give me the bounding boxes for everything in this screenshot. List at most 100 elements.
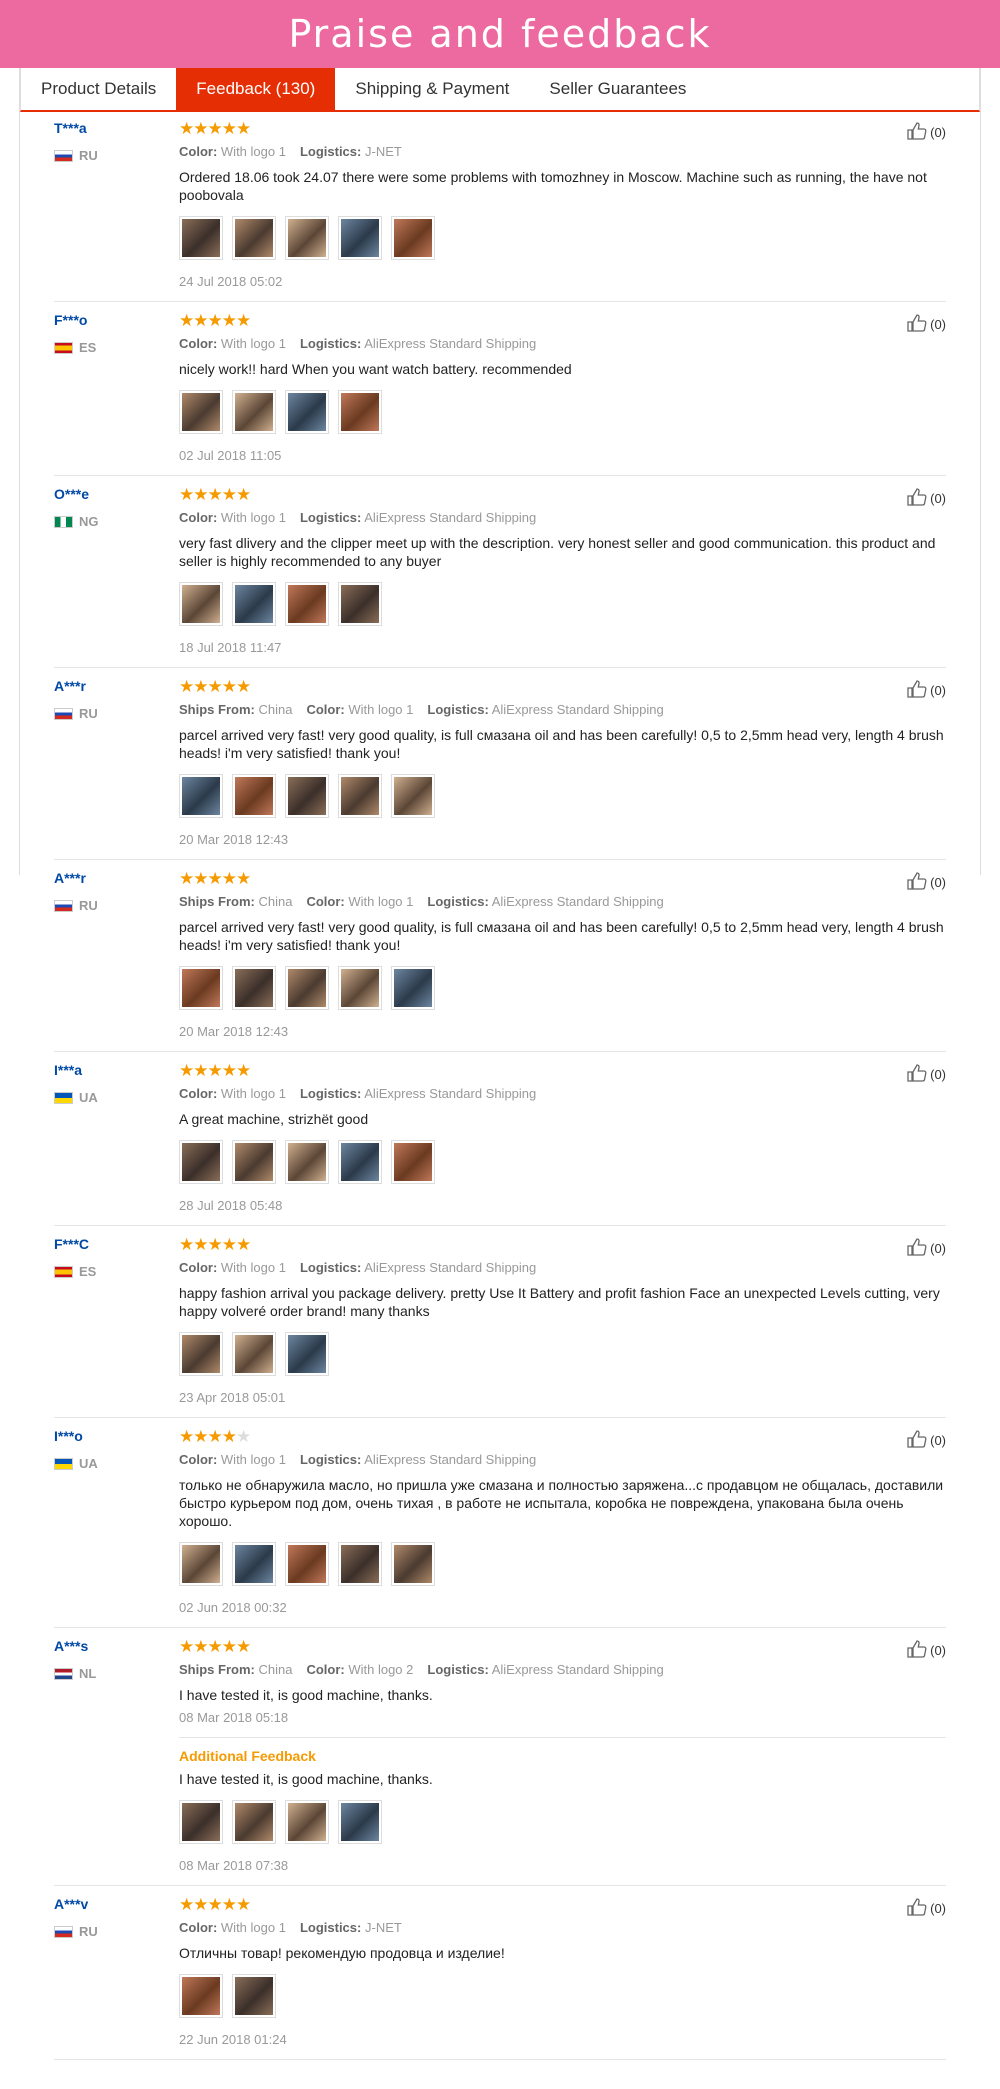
helpful-count: (0) (930, 1433, 946, 1448)
review-date: 20 Mar 2018 12:43 (179, 832, 289, 847)
review-photo[interactable] (338, 1140, 382, 1184)
review-photo[interactable] (179, 1542, 223, 1586)
tab-product-details[interactable]: Product Details (21, 68, 176, 110)
star-icon: ★ (193, 311, 208, 330)
review-body: ★★★★★ Color: With logo 1 Logistics: AliExp… (179, 476, 946, 667)
review-body: ★★★★★ Ships From: China Color: With logo 2… (179, 1628, 946, 1885)
review-photo[interactable] (179, 966, 223, 1010)
reviewer-name[interactable]: A***r (54, 870, 174, 886)
review-photo[interactable] (232, 774, 276, 818)
helpful-button[interactable]: (0) (907, 1064, 946, 1085)
review-photo[interactable] (232, 390, 276, 434)
country-flag-icon (54, 1457, 73, 1470)
color-label: Color: (179, 144, 218, 159)
tab-shipping-payment[interactable]: Shipping & Payment (335, 68, 529, 110)
review-photo[interactable] (179, 774, 223, 818)
reviewer-name[interactable]: A***v (54, 1896, 174, 1912)
thumbs-up-icon (907, 680, 930, 701)
tab-feedback[interactable]: Feedback (130) (176, 68, 336, 110)
reviewer-country: ES (54, 340, 174, 355)
review-photo[interactable] (338, 774, 382, 818)
review-photo[interactable] (232, 1974, 276, 2018)
review-text: I have tested it, is good machine, thank… (179, 1687, 433, 1703)
star-icon: ★ (236, 1637, 251, 1656)
review-photo[interactable] (285, 774, 329, 818)
helpful-button[interactable]: (0) (907, 1898, 946, 1919)
reviewer-name[interactable]: A***s (54, 1638, 174, 1654)
review-photo[interactable] (391, 774, 435, 818)
review-photo[interactable] (232, 1542, 276, 1586)
review-photo[interactable] (391, 1140, 435, 1184)
review-photo[interactable] (179, 216, 223, 260)
review-photo-image (288, 777, 326, 815)
star-rating: ★★★★★ (179, 120, 946, 140)
reviewer-name[interactable]: A***r (54, 678, 174, 694)
ships-from-value: China (258, 1662, 293, 1677)
review-photo-image (394, 1545, 432, 1583)
review-photo[interactable] (232, 1800, 276, 1844)
helpful-button[interactable]: (0) (907, 122, 946, 143)
photo-strip (179, 1332, 946, 1376)
review-photo-image (288, 969, 326, 1007)
review-photo[interactable] (232, 582, 276, 626)
star-rating: ★★★★★ (179, 1638, 946, 1658)
review-photo[interactable] (285, 966, 329, 1010)
review-photo[interactable] (285, 1332, 329, 1376)
review-photo-image (235, 1977, 273, 2015)
review-photo[interactable] (179, 1974, 223, 2018)
review-photo[interactable] (338, 216, 382, 260)
review-photo[interactable] (338, 582, 382, 626)
helpful-button[interactable]: (0) (907, 314, 946, 335)
star-icon: ★ (207, 1427, 223, 1446)
review-item: A***s NL (0) ★★★★★ Ships From: China Color: W… (54, 1628, 946, 1886)
review-photo[interactable] (285, 390, 329, 434)
review-body: ★★★★★ Color: With logo 1 Logistics: AliExp… (179, 302, 946, 475)
review-photo[interactable] (232, 1140, 276, 1184)
reviewer-name[interactable]: T***a (54, 120, 174, 136)
review-photo[interactable] (232, 216, 276, 260)
review-list: T***a RU (0) ★★★★★ Color: With logo 1 Logisti… (54, 110, 946, 2060)
review-photo[interactable] (285, 582, 329, 626)
review-photo[interactable] (338, 1542, 382, 1586)
helpful-button[interactable]: (0) (907, 1430, 946, 1451)
star-icon: ★ (221, 869, 237, 888)
review-photo[interactable] (232, 1332, 276, 1376)
star-icon: ★ (236, 485, 251, 504)
review-photo[interactable] (179, 1140, 223, 1184)
reviewer-name[interactable]: F***C (54, 1236, 174, 1252)
review-photo-image (235, 1143, 273, 1181)
review-photo[interactable] (285, 1542, 329, 1586)
logistics-label: Logistics: (299, 510, 362, 525)
helpful-button[interactable]: (0) (907, 488, 946, 509)
review-photo[interactable] (391, 216, 435, 260)
review-photo[interactable] (232, 966, 276, 1010)
review-photo[interactable] (391, 966, 435, 1010)
review-photo[interactable] (285, 1140, 329, 1184)
review-photo[interactable] (338, 1800, 382, 1844)
reviewer-name[interactable]: I***o (54, 1428, 174, 1444)
color-value: With logo 1 (220, 336, 286, 351)
review-photo[interactable] (179, 390, 223, 434)
reviewer-name[interactable]: I***a (54, 1062, 174, 1078)
star-icon: ★ (207, 485, 223, 504)
review-photo[interactable] (179, 582, 223, 626)
ships-from-value: China (258, 894, 293, 909)
review-photo-image (341, 393, 379, 431)
helpful-button[interactable]: (0) (907, 1238, 946, 1259)
review-photo[interactable] (338, 966, 382, 1010)
order-meta: Color: With logo 1 Logistics: AliExpress … (179, 510, 946, 528)
helpful-button[interactable]: (0) (907, 680, 946, 701)
helpful-button[interactable]: (0) (907, 872, 946, 893)
review-photo[interactable] (285, 1800, 329, 1844)
reviewer-name[interactable]: O***e (54, 486, 174, 502)
review-photo[interactable] (179, 1332, 223, 1376)
helpful-button[interactable]: (0) (907, 1640, 946, 1661)
logistics-value: AliExpress Standard Shipping (364, 1086, 537, 1101)
star-icon: ★ (179, 311, 194, 330)
review-photo[interactable] (338, 390, 382, 434)
review-photo[interactable] (391, 1542, 435, 1586)
reviewer-name[interactable]: F***o (54, 312, 174, 328)
tab-seller-guarantees[interactable]: Seller Guarantees (529, 68, 706, 110)
review-photo[interactable] (179, 1800, 223, 1844)
review-photo[interactable] (285, 216, 329, 260)
